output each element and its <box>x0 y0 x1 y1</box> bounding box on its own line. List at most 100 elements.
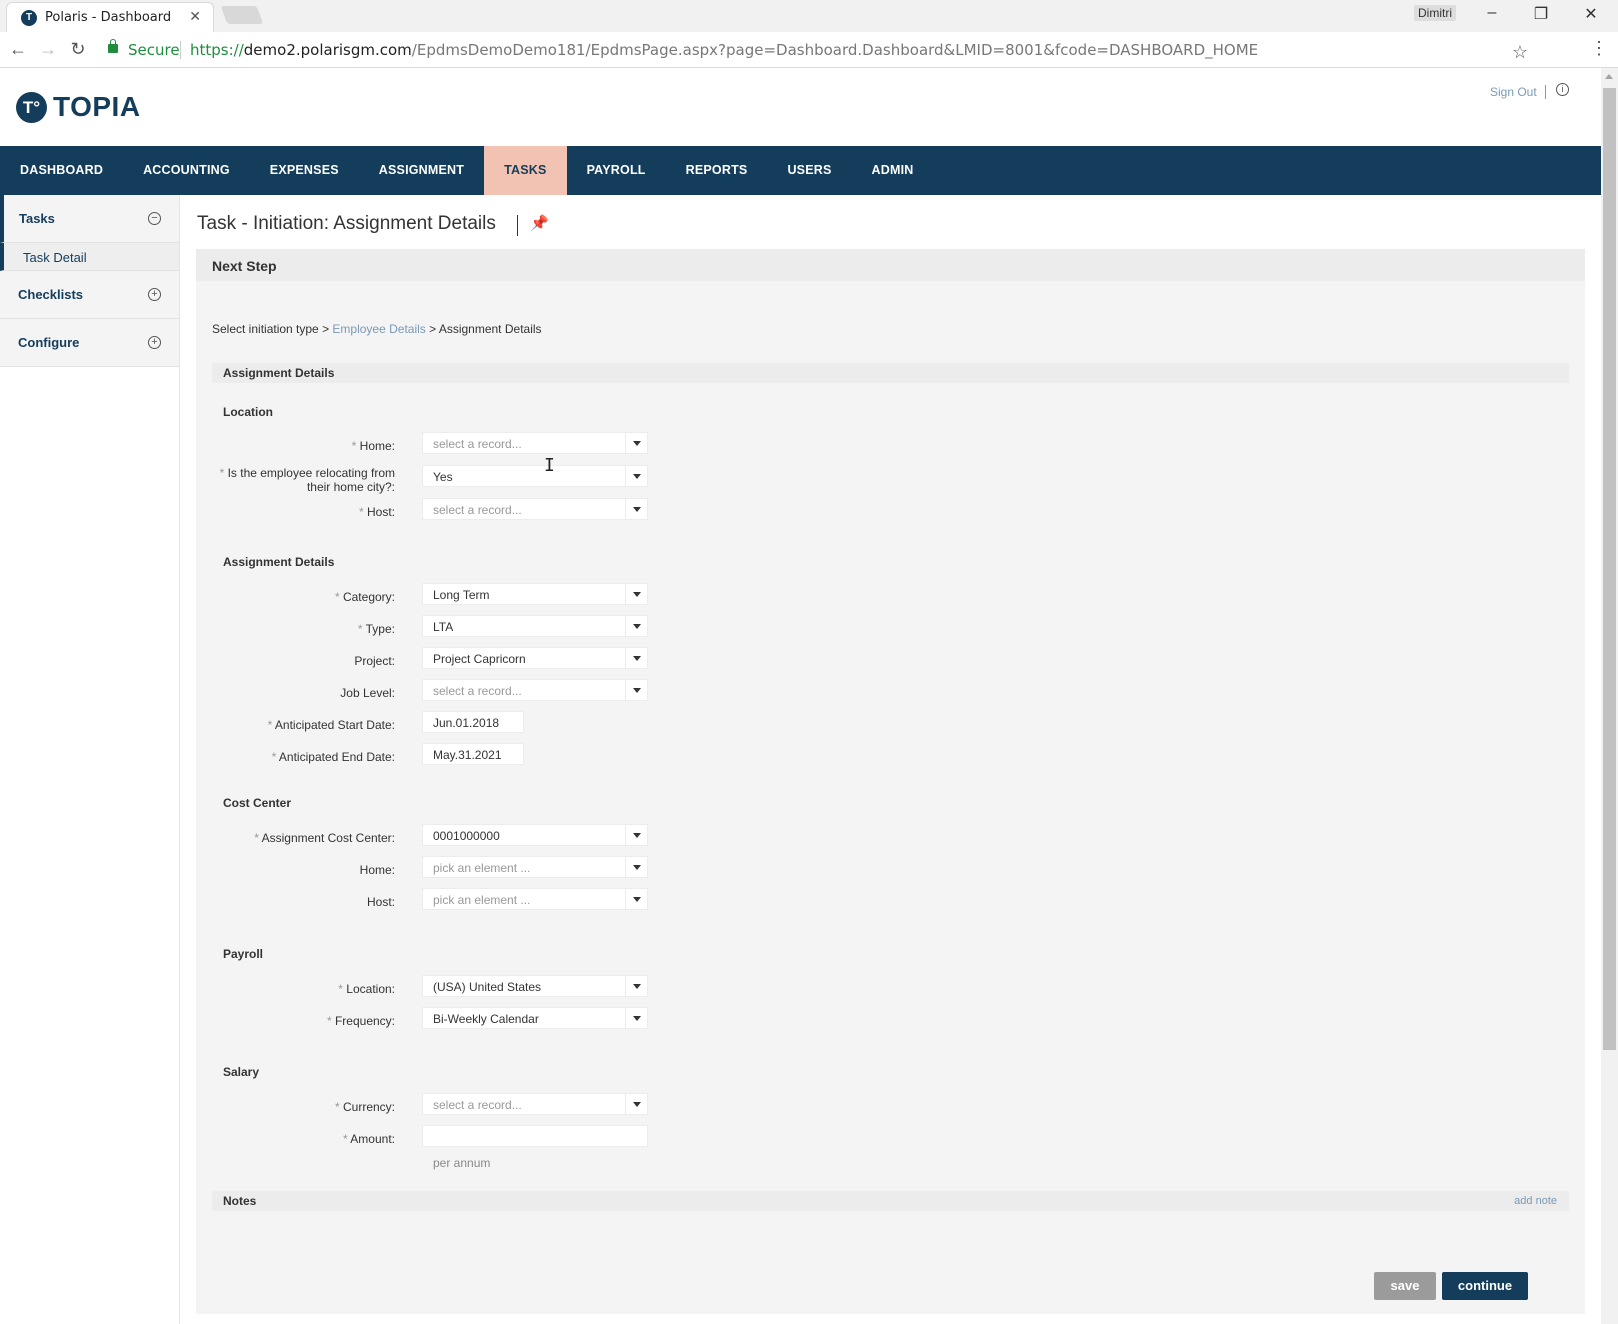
chevron-down-icon[interactable] <box>625 648 647 668</box>
nav-payroll[interactable]: PAYROLL <box>567 146 666 195</box>
continue-button[interactable]: continue <box>1442 1272 1528 1300</box>
home-location-value: select a record... <box>433 437 522 451</box>
url-path: /EpdmsDemoDemo181/EpdmsPage.aspx?page=Da… <box>411 41 1259 59</box>
browser-menu-icon[interactable]: ⋮ <box>1590 38 1608 59</box>
window-close-icon[interactable]: ✕ <box>1581 4 1601 24</box>
host-cost-center-select[interactable]: pick an element ... <box>422 888 648 910</box>
start-date-input[interactable]: Jun.01.2018 <box>422 711 524 733</box>
scroll-thumb[interactable] <box>1603 88 1616 1050</box>
close-icon[interactable]: ✕ <box>189 8 201 25</box>
home-cost-center-value: pick an element ... <box>433 861 531 875</box>
chevron-down-icon[interactable] <box>625 499 647 519</box>
relocating-select[interactable]: Yes <box>422 465 648 487</box>
forward-arrow-icon[interactable]: → <box>38 39 58 60</box>
chevron-down-icon[interactable] <box>625 616 647 636</box>
chevron-down-icon[interactable] <box>625 584 647 604</box>
breadcrumb: Select initiation type > Employee Detail… <box>212 322 542 336</box>
nav-expenses[interactable]: EXPENSES <box>250 146 359 195</box>
topia-logo-icon: T° <box>16 91 47 123</box>
sidebar-section-checklists[interactable]: Checklists + <box>0 271 179 319</box>
nav-tasks[interactable]: TASKS <box>484 146 567 195</box>
home-location-label: * Home: <box>351 439 395 453</box>
chevron-down-icon[interactable] <box>625 466 647 486</box>
home-location-select[interactable]: select a record... <box>422 432 648 454</box>
category-label: * Category: <box>334 590 395 604</box>
chevron-down-icon[interactable] <box>625 857 647 877</box>
topia-logo[interactable]: T° TOPIA <box>16 90 141 124</box>
job-level-select[interactable]: select a record... <box>422 679 648 701</box>
nav-users[interactable]: USERS <box>767 146 851 195</box>
type-label: * Type: <box>357 622 395 636</box>
location-heading: Location <box>223 405 273 419</box>
browser-tab[interactable]: T Polaris - Dashboard ✕ <box>6 2 214 32</box>
project-select[interactable]: Project Capricorn <box>422 647 648 669</box>
expand-icon[interactable]: + <box>148 288 161 301</box>
payroll-location-select[interactable]: (USA) United States <box>422 975 648 997</box>
sidebar-section-tasks[interactable]: Tasks − <box>0 195 179 243</box>
breadcrumb-step-1: Select initiation type > <box>212 322 330 336</box>
nav-assignment[interactable]: ASSIGNMENT <box>359 146 484 195</box>
reload-icon[interactable]: ↻ <box>68 39 88 60</box>
pin-icon[interactable]: 📌 <box>530 214 549 232</box>
panel-title: Next Step <box>212 258 277 274</box>
currency-label: * Currency: <box>334 1100 395 1114</box>
address-bar[interactable]: Secure https://demo2.polarisgm.com/Epdms… <box>98 36 1558 64</box>
host-cost-center-value: pick an element ... <box>433 893 531 907</box>
end-date-input[interactable]: May.31.2021 <box>422 743 524 765</box>
sidebar-checklists-label: Checklists <box>18 287 84 302</box>
amount-input[interactable] <box>422 1125 648 1147</box>
assignment-cost-center-label: * Assignment Cost Center: <box>254 831 395 845</box>
sidebar-section-configure[interactable]: Configure + <box>0 319 179 367</box>
main-content: Task - Initiation: Assignment Details 📌 … <box>180 195 1601 1324</box>
nav-admin[interactable]: ADMIN <box>852 146 934 195</box>
address-divider <box>180 41 181 59</box>
browser-tab-bar: T Polaris - Dashboard ✕ Dimitri – ❐ ✕ <box>0 0 1618 32</box>
type-value: LTA <box>433 620 454 634</box>
frequency-select[interactable]: Bi-Weekly Calendar <box>422 1007 648 1029</box>
chevron-down-icon[interactable] <box>625 680 647 700</box>
breadcrumb-employee-details-link[interactable]: Employee Details <box>332 322 425 336</box>
nav-dashboard[interactable]: DASHBOARD <box>0 146 123 195</box>
info-icon[interactable]: i <box>1556 83 1569 96</box>
new-tab-button[interactable] <box>220 6 264 24</box>
add-note-link[interactable]: add note <box>1514 1195 1557 1207</box>
chevron-down-icon[interactable] <box>625 1094 647 1114</box>
host-location-select[interactable]: select a record... <box>422 498 648 520</box>
chevron-down-icon[interactable] <box>625 976 647 996</box>
save-button[interactable]: save <box>1374 1272 1436 1300</box>
type-select[interactable]: LTA <box>422 615 648 637</box>
minimize-icon[interactable]: – <box>1482 4 1502 22</box>
sidebar-configure-label: Configure <box>18 335 80 350</box>
browser-toolbar: ← → ↻ Secure https://demo2.polarisgm.com… <box>0 32 1618 68</box>
nav-accounting[interactable]: ACCOUNTING <box>123 146 250 195</box>
browser-user-badge[interactable]: Dimitri <box>1414 5 1456 21</box>
sign-out-link[interactable]: Sign Out <box>1490 85 1537 99</box>
browser-tab-title: Polaris - Dashboard <box>45 10 172 25</box>
assignment-cost-center-select[interactable]: 0001000000 <box>422 824 648 846</box>
scroll-up-icon[interactable] <box>1605 74 1613 79</box>
restore-icon[interactable]: ❐ <box>1531 4 1551 24</box>
chevron-down-icon[interactable] <box>625 889 647 909</box>
project-label: Project: <box>354 654 395 668</box>
chevron-down-icon[interactable] <box>625 433 647 453</box>
chevron-down-icon[interactable] <box>625 825 647 845</box>
page-scrollbar[interactable] <box>1601 68 1618 1324</box>
chevron-down-icon[interactable] <box>625 1008 647 1028</box>
breadcrumb-step-3: > Assignment Details <box>429 322 542 336</box>
assignment-details-section-bar: Assignment Details <box>212 363 1569 383</box>
payroll-location-label: * Location: <box>338 982 395 996</box>
sidebar-item-task-detail[interactable]: Task Detail <box>0 243 179 271</box>
start-date-value: Jun.01.2018 <box>433 716 500 730</box>
url-text[interactable]: https://demo2.polarisgm.com/EpdmsDemoDem… <box>190 41 1258 59</box>
nav-reports[interactable]: REPORTS <box>666 146 768 195</box>
next-step-panel: Next Step Select initiation type > Emplo… <box>196 249 1585 1314</box>
currency-select[interactable]: select a record... <box>422 1093 648 1115</box>
back-arrow-icon[interactable]: ← <box>8 39 28 60</box>
section-title: Assignment Details <box>223 366 335 380</box>
bookmark-star-icon[interactable]: ☆ <box>1512 42 1528 63</box>
secure-label: Secure <box>128 41 180 59</box>
collapse-icon[interactable]: − <box>148 212 161 225</box>
expand-icon[interactable]: + <box>148 336 161 349</box>
home-cost-center-select[interactable]: pick an element ... <box>422 856 648 878</box>
category-select[interactable]: Long Term <box>422 583 648 605</box>
